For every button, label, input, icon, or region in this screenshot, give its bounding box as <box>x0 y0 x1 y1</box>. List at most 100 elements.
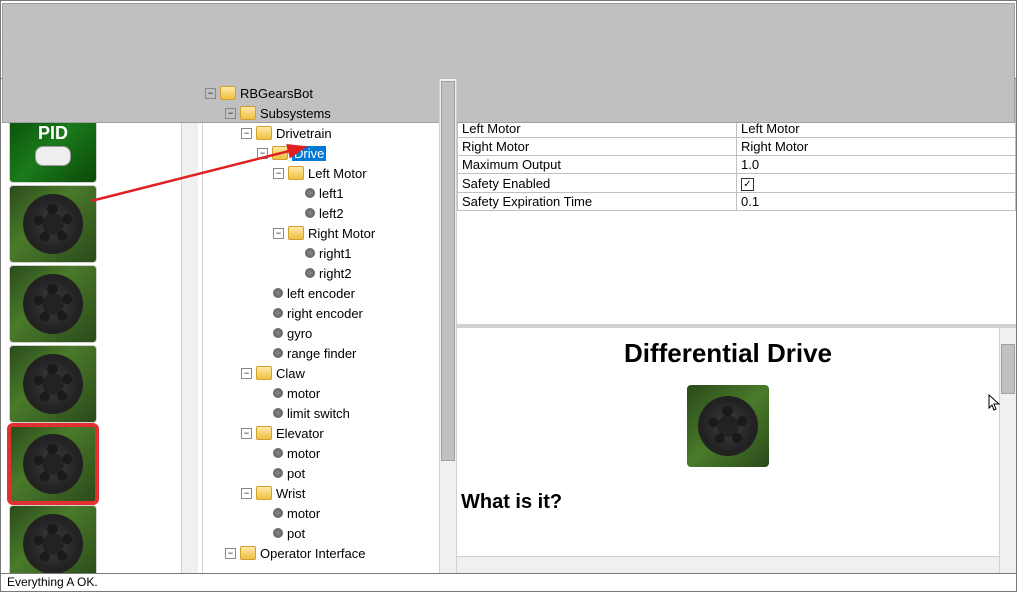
tree-root[interactable]: − RBGearsBot <box>205 83 437 103</box>
wheel-icon <box>23 354 83 414</box>
tree-limit-switch[interactable]: limit switch <box>205 403 437 423</box>
tree-left-encoder[interactable]: left encoder <box>205 283 437 303</box>
wheel-icon <box>23 514 83 573</box>
tree-label: right encoder <box>287 306 363 321</box>
tree-label: Right Motor <box>308 226 375 241</box>
doc-scrollbar-horizontal[interactable] <box>457 556 999 573</box>
collapse-icon[interactable]: − <box>241 128 252 139</box>
component-icon <box>273 508 283 518</box>
collapse-icon[interactable]: − <box>241 428 252 439</box>
statusbar: Everything A OK. <box>1 573 1016 591</box>
component-icon <box>273 308 283 318</box>
checkbox-checked-icon[interactable]: ✓ <box>741 178 754 191</box>
pid-label: PID <box>38 123 68 144</box>
property-value[interactable]: Right Motor <box>737 138 1016 156</box>
tree-wrist-motor[interactable]: motor <box>205 503 437 523</box>
folder-icon <box>256 366 272 380</box>
tree-elevator-motor[interactable]: motor <box>205 443 437 463</box>
tree-range-finder[interactable]: range finder <box>205 343 437 363</box>
folder-icon <box>256 426 272 440</box>
component-icon <box>305 248 315 258</box>
tree-label: left2 <box>319 206 344 221</box>
collapse-icon[interactable]: − <box>205 88 216 99</box>
documentation-panel: Differential Drive What is it? <box>457 324 1016 573</box>
wheel-icon <box>23 434 83 494</box>
tree-wrist-pot[interactable]: pot <box>205 523 437 543</box>
status-text: Everything A OK. <box>7 575 98 589</box>
tree-drivetrain[interactable]: − Drivetrain <box>205 123 437 143</box>
doc-scrollbar-vertical[interactable] <box>999 328 1016 573</box>
component-icon <box>273 388 283 398</box>
tree-elevator-pot[interactable]: pot <box>205 463 437 483</box>
tree-label: Wrist <box>276 486 305 501</box>
component-icon <box>273 288 283 298</box>
palette-controller-motor-3[interactable] <box>9 345 97 423</box>
tree-left-motor[interactable]: −Left Motor <box>205 163 437 183</box>
tree-label: motor <box>287 446 320 461</box>
folder-icon <box>272 146 288 160</box>
palette-scrollbar[interactable] <box>181 83 198 573</box>
tree-right-encoder[interactable]: right encoder <box>205 303 437 323</box>
property-name: Maximum Output <box>458 156 737 174</box>
tree-scrollbar[interactable] <box>439 79 456 573</box>
gamepad-icon <box>35 146 71 166</box>
property-value-checkbox[interactable]: ✓ <box>737 174 1016 193</box>
tree-label: Operator Interface <box>260 546 366 561</box>
palette-controller-motor-4[interactable] <box>9 505 97 573</box>
property-value[interactable]: 1.0 <box>737 156 1016 174</box>
folder-icon <box>256 486 272 500</box>
tree-left2[interactable]: left2 <box>205 203 437 223</box>
tree-wrist[interactable]: − Wrist <box>205 483 437 503</box>
component-icon <box>305 268 315 278</box>
tree-subsystems[interactable]: − Subsystems <box>205 103 437 123</box>
tree-label: Claw <box>276 366 305 381</box>
collapse-icon[interactable]: − <box>225 548 236 559</box>
palette-controller-motor-1[interactable] <box>9 185 97 263</box>
component-icon <box>273 328 283 338</box>
folder-icon <box>288 166 304 180</box>
property-row[interactable]: Maximum Output1.0 <box>458 156 1016 174</box>
property-row[interactable]: Right MotorRight Motor <box>458 138 1016 156</box>
tree-elevator[interactable]: −Elevator <box>205 423 437 443</box>
collapse-icon[interactable]: − <box>241 368 252 379</box>
tree-label: right1 <box>319 246 352 261</box>
collapse-icon[interactable]: − <box>273 168 284 179</box>
component-icon <box>305 188 315 198</box>
collapse-icon[interactable]: − <box>257 148 268 159</box>
tree-label: RBGearsBot <box>240 86 313 101</box>
folder-icon <box>288 226 304 240</box>
tree-label: Subsystems <box>260 106 331 121</box>
tree-right1[interactable]: right1 <box>205 243 437 263</box>
tree-label: gyro <box>287 326 312 341</box>
property-row[interactable]: Safety Enabled✓ <box>458 174 1016 193</box>
tree-claw-motor[interactable]: motor <box>205 383 437 403</box>
tree-right2[interactable]: right2 <box>205 263 437 283</box>
palette-panel: Controllers PID Sensors <box>1 79 203 573</box>
tree-drive[interactable]: − Drive <box>205 143 437 163</box>
folder-icon <box>240 546 256 560</box>
tree-label: pot <box>287 526 305 541</box>
property-value[interactable]: 0.1 <box>737 193 1016 211</box>
tree-gyro[interactable]: gyro <box>205 323 437 343</box>
tree-label: Drivetrain <box>276 126 332 141</box>
doc-image-differential-drive <box>687 385 769 467</box>
tree-operator-interface[interactable]: − Operator Interface <box>205 543 437 563</box>
tree-claw[interactable]: − Claw <box>205 363 437 383</box>
collapse-icon[interactable]: − <box>241 488 252 499</box>
wheel-icon <box>23 274 83 334</box>
tree-label: motor <box>287 506 320 521</box>
palette-differential-drive[interactable] <box>9 425 97 503</box>
tree-right-motor[interactable]: − Right Motor <box>205 223 437 243</box>
tree-label-selected: Drive <box>292 146 326 161</box>
palette-controller-motor-2[interactable] <box>9 265 97 343</box>
folder-icon <box>220 86 236 100</box>
collapse-icon[interactable]: − <box>273 228 284 239</box>
property-row[interactable]: Safety Expiration Time0.1 <box>458 193 1016 211</box>
tree-label: pot <box>287 466 305 481</box>
tree-left1[interactable]: left1 <box>205 183 437 203</box>
wheel-icon <box>23 194 83 254</box>
collapse-icon[interactable]: − <box>225 108 236 119</box>
property-name: Right Motor <box>458 138 737 156</box>
component-icon <box>273 448 283 458</box>
component-icon <box>273 408 283 418</box>
